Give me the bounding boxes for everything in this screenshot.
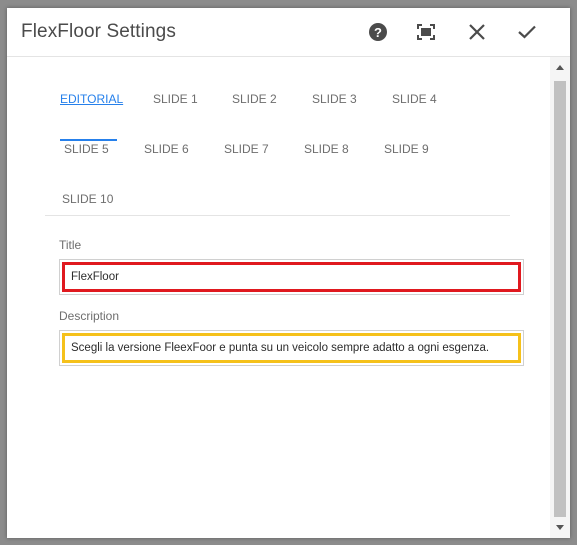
confirm-button[interactable] — [513, 18, 541, 46]
help-icon: ? — [369, 23, 387, 41]
scroll-up-arrow-icon[interactable] — [556, 65, 564, 70]
close-button[interactable] — [463, 18, 491, 46]
tab-slide-6[interactable]: SLIDE 6 — [144, 142, 189, 156]
description-input[interactable]: Scegli la versione FleexFoor e punta su … — [62, 333, 521, 363]
close-icon — [469, 24, 485, 40]
tabs-divider — [45, 215, 510, 216]
description-label: Description — [59, 309, 120, 323]
help-button[interactable]: ? — [364, 18, 392, 46]
tab-slide-7[interactable]: SLIDE 7 — [224, 142, 269, 156]
tab-slide-1[interactable]: SLIDE 1 — [153, 92, 198, 106]
tab-slide-5[interactable]: SLIDE 5 — [64, 142, 109, 156]
scroll-down-arrow-icon[interactable] — [556, 525, 564, 530]
dialog-content: EDITORIAL SLIDE 1 SLIDE 2 SLIDE 3 SLIDE … — [7, 57, 550, 538]
title-input[interactable]: FlexFloor — [62, 262, 521, 292]
tab-slide-4[interactable]: SLIDE 4 — [392, 92, 437, 106]
active-tab-indicator — [60, 139, 117, 141]
settings-dialog: FlexFloor Settings ? EDITORIAL SLIDE 1 S… — [7, 8, 570, 538]
fullscreen-button[interactable] — [412, 18, 440, 46]
tab-editorial[interactable]: EDITORIAL — [60, 92, 123, 106]
tab-slide-2[interactable]: SLIDE 2 — [232, 92, 277, 106]
tab-slide-8[interactable]: SLIDE 8 — [304, 142, 349, 156]
tab-slide-3[interactable]: SLIDE 3 — [312, 92, 357, 106]
dialog-title: FlexFloor Settings — [21, 21, 176, 42]
dialog-header: FlexFloor Settings ? — [7, 8, 570, 57]
title-field-wrapper: FlexFloor — [59, 259, 524, 295]
title-label: Title — [59, 238, 82, 252]
description-field-wrapper: Scegli la versione FleexFoor e punta su … — [59, 330, 524, 366]
tab-slide-9[interactable]: SLIDE 9 — [384, 142, 429, 156]
vertical-scrollbar[interactable] — [550, 57, 570, 538]
checkmark-icon — [518, 25, 536, 39]
fullscreen-icon — [417, 24, 435, 40]
tab-slide-10[interactable]: SLIDE 10 — [62, 192, 113, 206]
scroll-thumb[interactable] — [554, 81, 566, 517]
